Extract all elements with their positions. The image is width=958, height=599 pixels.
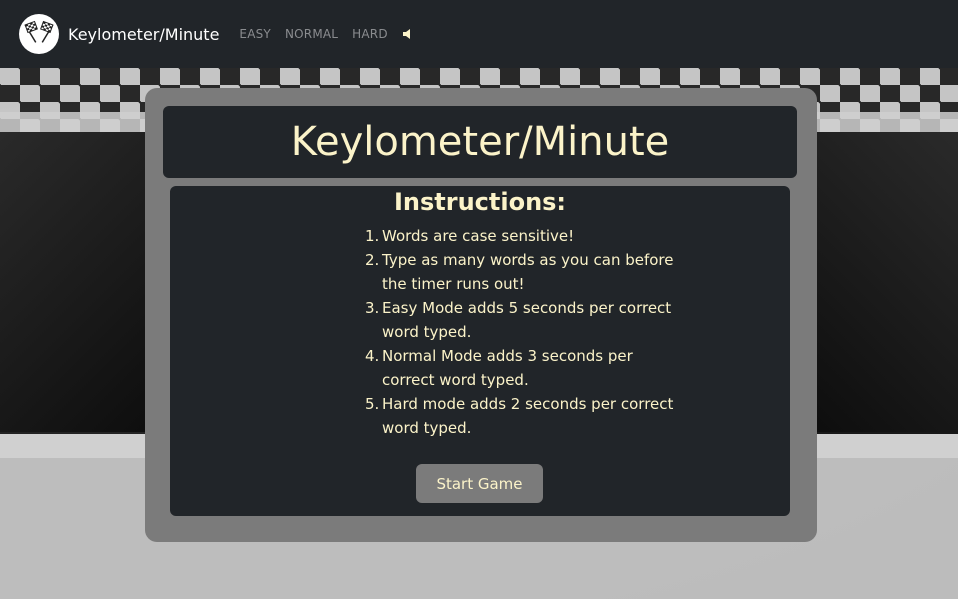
nav-link-normal[interactable]: NORMAL: [285, 27, 338, 41]
navbar: Keylometer/Minute EASY NORMAL HARD: [0, 0, 958, 68]
logo[interactable]: [19, 14, 59, 54]
list-item: 3. Easy Mode adds 5 seconds per correct …: [365, 296, 685, 344]
list-item-number: 4.: [365, 347, 380, 365]
instructions-list: 1. Words are case sensitive! 2. Type as …: [365, 224, 685, 440]
list-item: 4. Normal Mode adds 3 seconds per correc…: [365, 344, 685, 392]
list-item-number: 5.: [365, 395, 380, 413]
list-item-text: Type as many words as you can before the…: [382, 251, 674, 293]
main-card: Keylometer/Minute Instructions: 1. Words…: [145, 88, 817, 542]
start-game-button[interactable]: Start Game: [416, 464, 543, 503]
nav-link-hard[interactable]: HARD: [352, 27, 388, 41]
speaker-icon[interactable]: [402, 28, 412, 40]
list-item: 1. Words are case sensitive!: [365, 224, 685, 248]
list-item-number: 1.: [365, 227, 380, 245]
instructions-panel: Instructions: 1. Words are case sensitiv…: [170, 186, 790, 516]
nav-link-easy[interactable]: EASY: [239, 27, 271, 41]
dark-area-right: [808, 132, 958, 432]
page-title: Keylometer/Minute: [290, 119, 670, 165]
list-item-number: 2.: [365, 251, 380, 269]
list-item-text: Normal Mode adds 3 seconds per correct w…: [382, 347, 633, 389]
brand-name[interactable]: Keylometer/Minute: [68, 25, 219, 44]
list-item-number: 3.: [365, 299, 380, 317]
list-item-text: Hard mode adds 2 seconds per correct wor…: [382, 395, 674, 437]
list-item-text: Words are case sensitive!: [382, 227, 575, 245]
dark-area-left: [0, 132, 160, 432]
list-item: 5. Hard mode adds 2 seconds per correct …: [365, 392, 685, 440]
list-item: 2. Type as many words as you can before …: [365, 248, 685, 296]
checkered-flags-icon: [24, 19, 54, 49]
list-item-text: Easy Mode adds 5 seconds per correct wor…: [382, 299, 672, 341]
title-box: Keylometer/Minute: [163, 106, 797, 178]
instructions-heading: Instructions:: [393, 188, 567, 216]
